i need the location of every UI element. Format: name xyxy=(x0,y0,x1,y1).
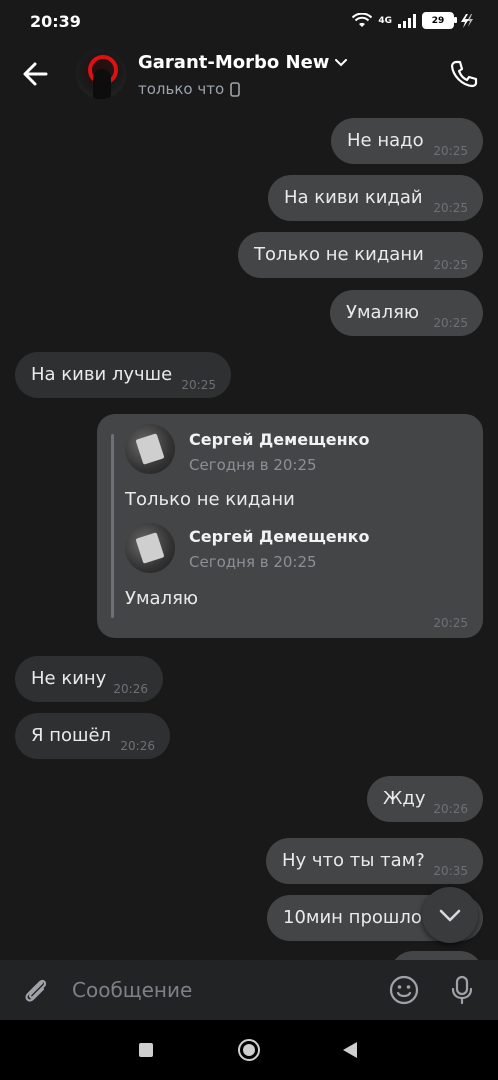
message-incoming[interactable]: На киви лучше 20:25 xyxy=(15,352,231,398)
chevron-down-icon xyxy=(439,909,461,922)
message-outgoing[interactable]: Только не кидани 20:25 xyxy=(238,232,483,278)
emoji-button[interactable] xyxy=(388,974,420,1006)
forward-avatar[interactable] xyxy=(125,523,175,573)
forward-author[interactable]: Сергей Демещенко xyxy=(189,527,370,546)
forward-author[interactable]: Сергей Демещенко xyxy=(189,430,370,449)
message-text: Я пошёл xyxy=(31,725,112,746)
scroll-down-button[interactable] xyxy=(422,887,478,943)
arrow-left-icon xyxy=(23,62,48,86)
chat-status: только что xyxy=(138,80,240,98)
smile-icon xyxy=(389,975,419,1005)
message-time: 20:26 xyxy=(113,682,148,696)
message-text: Умаляю xyxy=(346,302,420,323)
charging-icon xyxy=(461,13,473,28)
forward-date: Сегодня в 20:25 xyxy=(189,456,317,474)
message-time: 20:25 xyxy=(181,378,216,392)
voice-message-button[interactable] xyxy=(446,974,478,1006)
home-icon[interactable] xyxy=(238,1039,260,1061)
chevron-down-icon xyxy=(335,58,348,66)
message-text: На киви кидай xyxy=(284,187,423,208)
recents-icon[interactable] xyxy=(139,1043,153,1057)
quote-bar xyxy=(111,434,114,618)
chat-header: Garant-Morbo New только что xyxy=(0,44,498,108)
status-bar: 20:39 4G 29 xyxy=(0,0,498,44)
message-outgoing[interactable]: Не надо 20:25 xyxy=(331,118,483,164)
battery-icon: 29 xyxy=(422,12,457,29)
message-text: Только не кидани xyxy=(254,244,424,265)
message-incoming[interactable]: Не кину 20:26 xyxy=(15,656,163,702)
microphone-icon xyxy=(451,975,473,1005)
message-time: 20:25 xyxy=(433,258,468,272)
forwarded-messages[interactable]: Сергей Демещенко Сегодня в 20:25 Только … xyxy=(97,414,483,638)
message-text: Жду xyxy=(383,788,426,809)
message-text: На киви лучше xyxy=(31,364,173,385)
chat-name: Garant-Morbo New xyxy=(138,52,330,73)
message-time: 20:35 xyxy=(433,864,468,878)
chat-title[interactable]: Garant-Morbo New xyxy=(138,52,348,73)
system-nav-bar xyxy=(0,1020,498,1080)
message-text: Не надо xyxy=(347,130,424,151)
message-outgoing[interactable]: Умаляю 20:25 xyxy=(330,290,483,336)
attach-button[interactable] xyxy=(20,974,52,1006)
forward-text: Умаляю xyxy=(125,588,199,609)
forward-text: Только не кидани xyxy=(125,489,295,510)
message-incoming[interactable]: Я пошёл 20:26 xyxy=(15,713,170,759)
network-type: 4G xyxy=(378,15,392,26)
mobile-icon xyxy=(230,81,240,97)
forward-avatar[interactable] xyxy=(125,424,175,474)
message-composer: Сообщение xyxy=(0,960,498,1020)
message-outgoing[interactable]: Жду 20:26 xyxy=(367,776,483,822)
message-time: 20:25 xyxy=(433,316,468,330)
avatar[interactable] xyxy=(76,49,126,99)
message-time: 20:25 xyxy=(433,616,468,630)
status-time: 20:39 xyxy=(30,12,81,31)
message-time: 20:25 xyxy=(433,144,468,158)
message-text: Не кину xyxy=(31,668,107,689)
signal-icon xyxy=(398,13,416,28)
message-text: 10мин прошло xyxy=(283,907,422,928)
message-outgoing[interactable]: На киви кидай 20:25 xyxy=(268,175,483,221)
message-outgoing[interactable]: Ну что ты там? 20:35 xyxy=(266,838,483,884)
forward-date: Сегодня в 20:25 xyxy=(189,553,317,571)
wifi-icon xyxy=(352,12,373,27)
message-time: 20:25 xyxy=(433,201,468,215)
paperclip-icon xyxy=(25,979,47,1002)
message-time: 20:26 xyxy=(433,802,468,816)
status-text: только что xyxy=(138,80,225,98)
phone-icon xyxy=(450,60,478,88)
call-button[interactable] xyxy=(448,58,480,90)
message-time: 20:26 xyxy=(120,739,155,753)
back-triangle-icon[interactable] xyxy=(343,1042,357,1058)
message-input[interactable]: Сообщение xyxy=(72,978,192,1002)
message-text: Ну что ты там? xyxy=(282,850,425,871)
back-button[interactable] xyxy=(18,58,54,90)
